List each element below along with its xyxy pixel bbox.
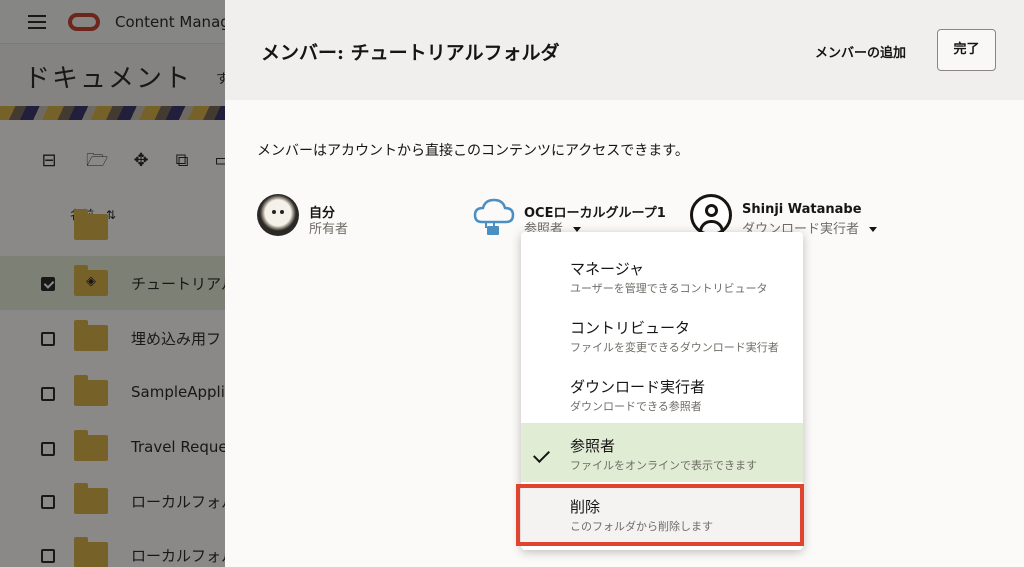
member-name: Shinji Watanabe: [742, 202, 862, 217]
done-button[interactable]: 完了: [937, 29, 996, 71]
cloud-group-icon: [473, 198, 515, 235]
member-entry-self: 自分 所有者: [257, 194, 457, 238]
panel-title: メンバー: チュートリアルフォルダ: [261, 42, 560, 64]
menu-item-title: 参照者: [570, 437, 616, 455]
member-role: 所有者: [309, 222, 349, 237]
add-member-button[interactable]: メンバーの追加: [815, 42, 906, 61]
menu-item-description: ファイルを変更できるダウンロード実行者: [570, 341, 779, 354]
dog-avatar: [257, 194, 299, 236]
caret-down-icon[interactable]: [869, 227, 878, 232]
menu-item-description: ユーザーを管理できるコントリビュータ: [570, 282, 768, 295]
highlight-outline: [516, 484, 804, 546]
role-dropdown-menu: マネージャ ユーザーを管理できるコントリビュータ コントリビュータ ファイルを変…: [516, 232, 804, 550]
menu-item-title: コントリビュータ: [570, 319, 691, 337]
menu-item-viewer[interactable]: 参照者 ファイルをオンラインで表示できます: [521, 423, 803, 482]
user-icon: [690, 194, 732, 236]
modal-scrim[interactable]: [0, 0, 225, 567]
menu-item-title: マネージャ: [570, 260, 644, 278]
menu-item-downloader[interactable]: ダウンロード実行者 ダウンロードできる参照者: [521, 364, 803, 423]
members-panel: メンバー: チュートリアルフォルダ メンバーの追加 完了 メンバーはアカウントか…: [225, 0, 1024, 567]
menu-item-description: ファイルをオンラインで表示できます: [570, 459, 757, 472]
menu-item-description: ダウンロードできる参照者: [570, 400, 702, 413]
members-intro-text: メンバーはアカウントから直接このコンテンツにアクセスできます。: [257, 143, 689, 159]
menu-item-contributor[interactable]: コントリビュータ ファイルを変更できるダウンロード実行者: [521, 305, 803, 364]
user-icon-body: [699, 220, 724, 232]
panel-header: メンバー: チュートリアルフォルダ メンバーの追加 完了: [225, 0, 1024, 100]
user-icon-head: [705, 204, 718, 217]
menu-item-manager[interactable]: マネージャ ユーザーを管理できるコントリビュータ: [521, 246, 803, 305]
menu-item-title: ダウンロード実行者: [570, 378, 706, 396]
checkmark-icon: [533, 446, 550, 463]
